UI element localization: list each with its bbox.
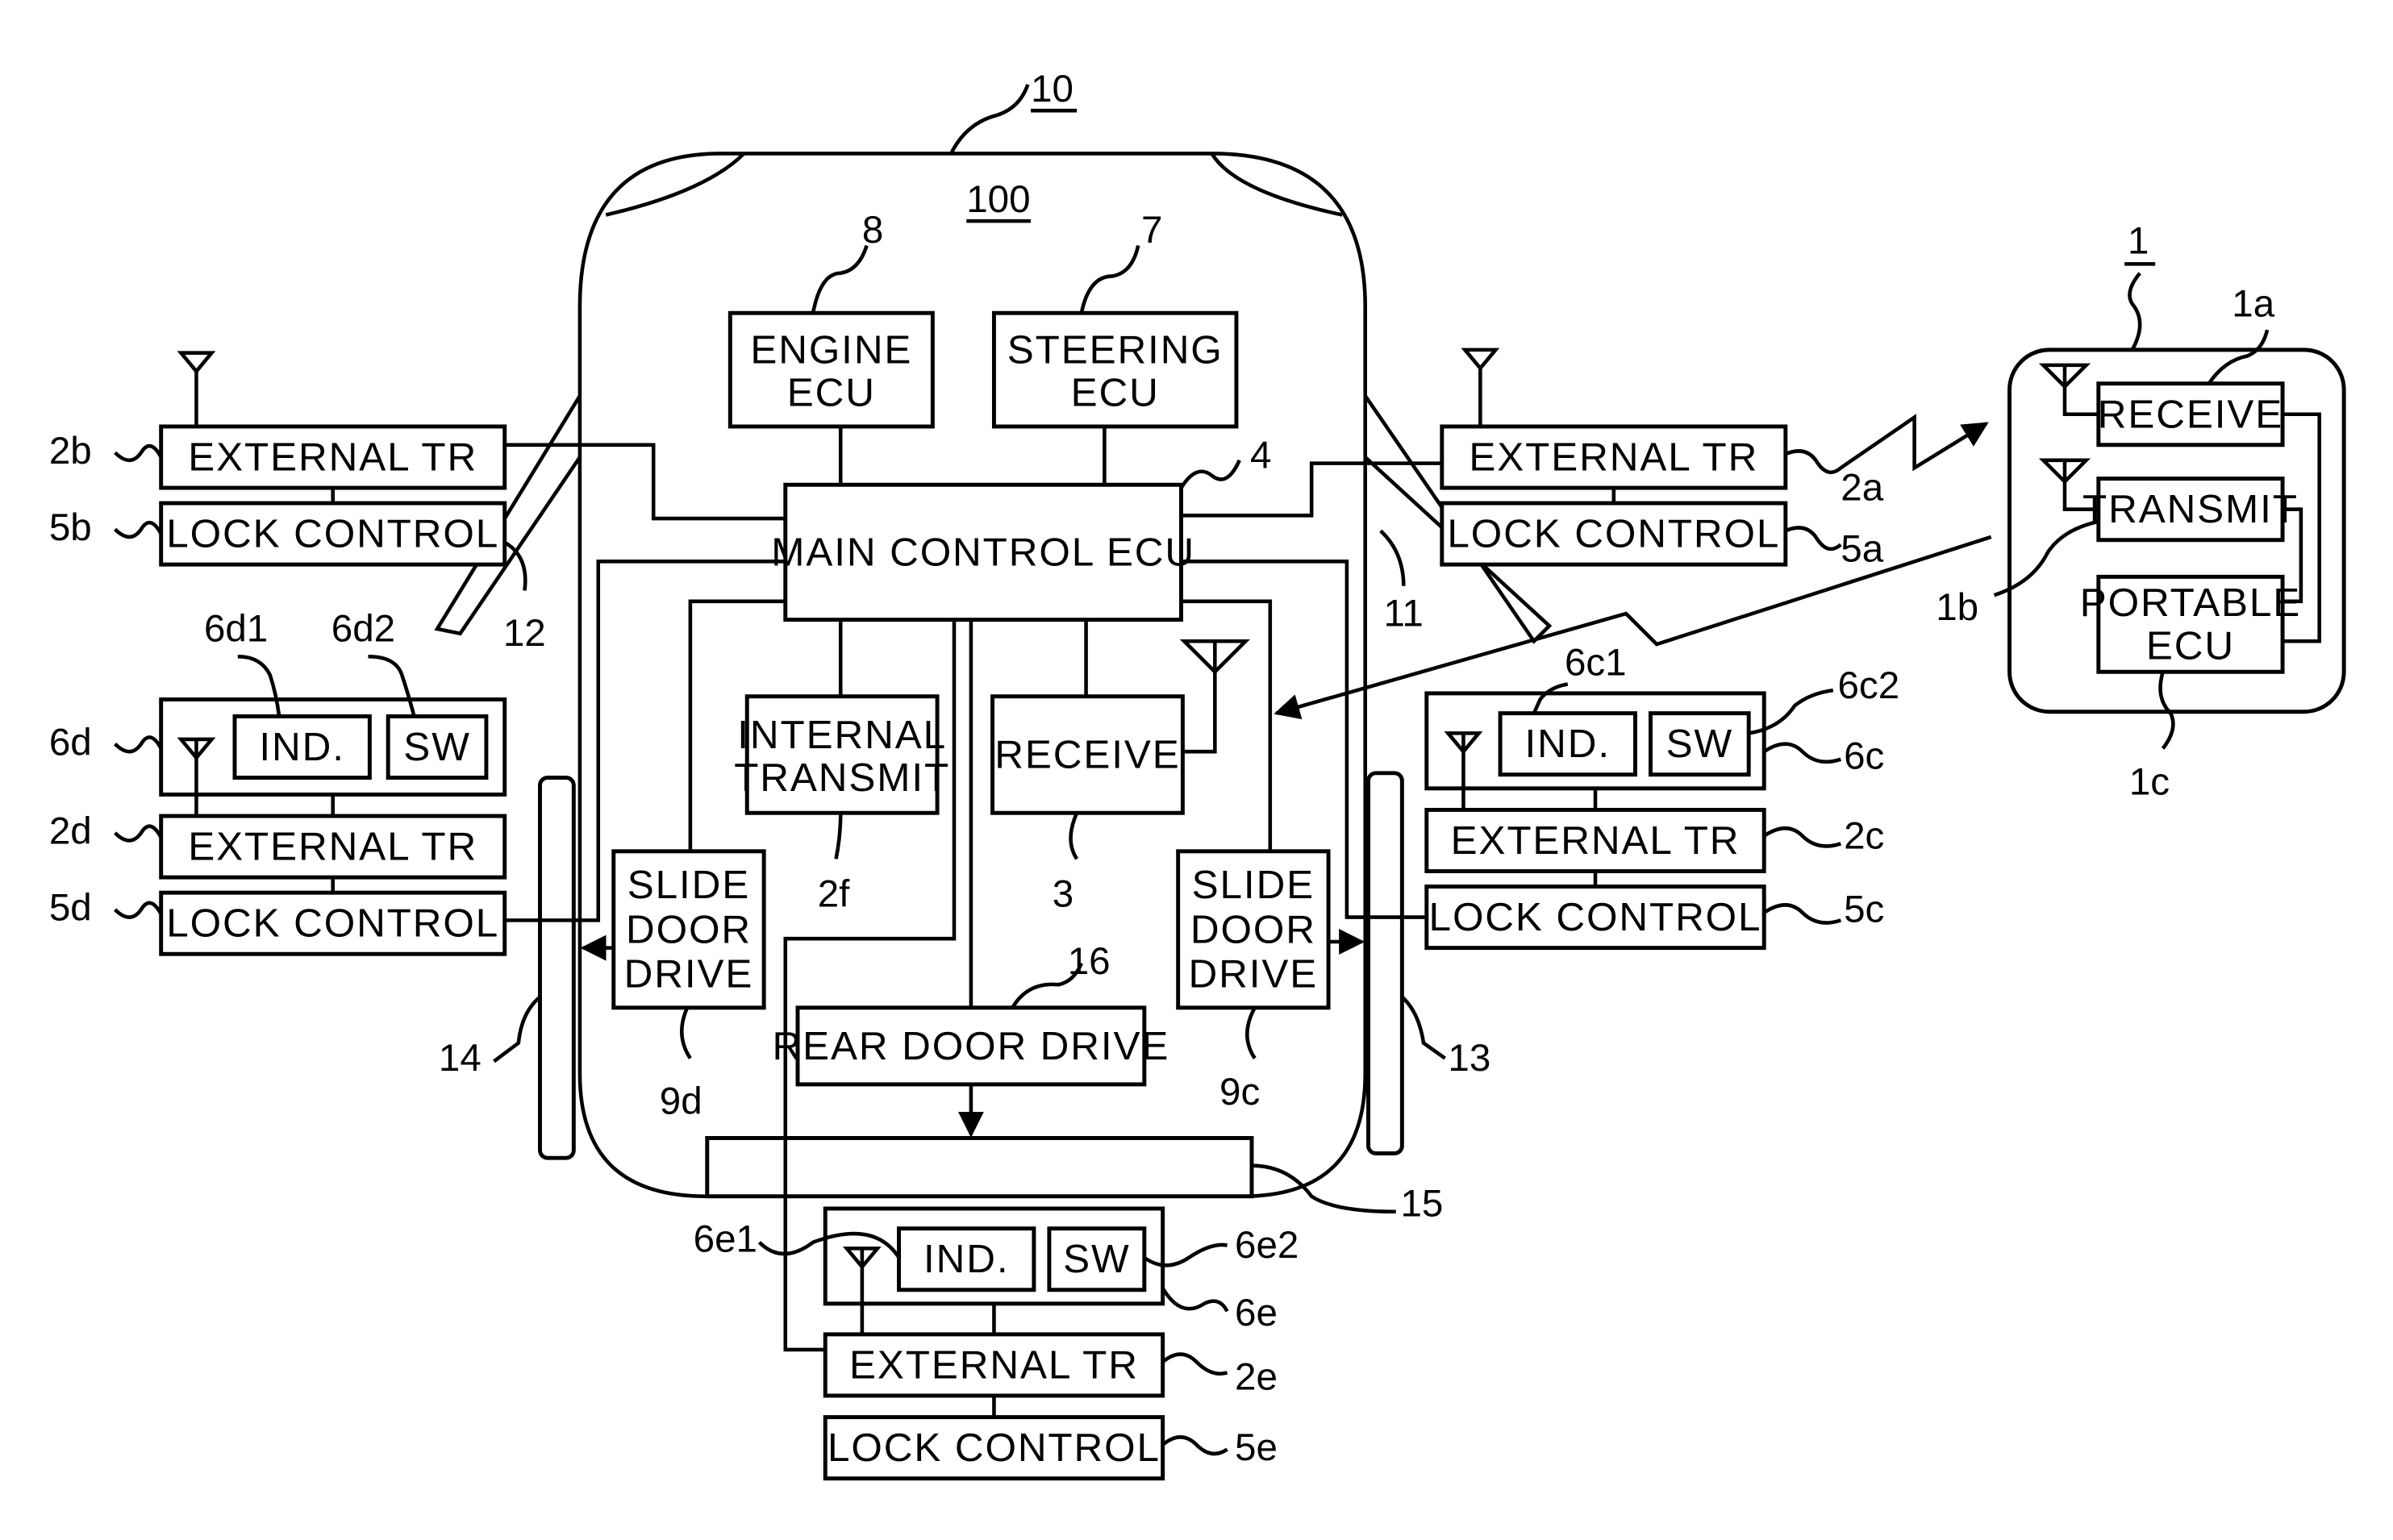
main-control-ecu-block: MAIN CONTROL ECU — [771, 482, 1195, 622]
slide-door-right — [1366, 771, 1404, 1155]
unit-b: EXTERNAL TR LOCK CONTROL 2b 5b — [49, 351, 507, 567]
svg-text:5d: 5d — [49, 887, 92, 930]
svg-text:3: 3 — [1053, 873, 1074, 916]
svg-text:13: 13 — [1448, 1037, 1490, 1080]
svg-text:LOCK CONTROL: LOCK CONTROL — [1447, 512, 1780, 556]
svg-text:EXTERNAL TR: EXTERNAL TR — [188, 435, 477, 480]
svg-text:6d1: 6d1 — [204, 608, 268, 651]
engine-ecu-block: ENGINE ECU — [727, 310, 935, 429]
receive-block: RECEIVE — [990, 694, 1185, 815]
svg-text:DOOR: DOOR — [1190, 907, 1316, 951]
svg-text:SLIDE: SLIDE — [1192, 863, 1315, 907]
svg-text:EXTERNAL TR: EXTERNAL TR — [1469, 435, 1758, 480]
rear-door-drive-block: REAR DOOR DRIVE — [773, 1005, 1170, 1087]
svg-text:12: 12 — [503, 612, 546, 655]
svg-text:REAR DOOR DRIVE: REAR DOOR DRIVE — [773, 1024, 1170, 1068]
svg-text:DRIVE: DRIVE — [624, 951, 754, 996]
svg-text:16: 16 — [1068, 940, 1111, 983]
svg-text:TRANSMIT: TRANSMIT — [734, 755, 950, 800]
svg-text:RECEIVE: RECEIVE — [994, 732, 1180, 776]
slide-door-drive-left: SLIDE DOOR DRIVE — [611, 849, 766, 1010]
unit-c: IND. SW EXTERNAL TR LOCK CONTROL 6c1 6c2… — [1424, 641, 1900, 951]
rear-door — [705, 1135, 1254, 1199]
svg-text:2b: 2b — [49, 430, 92, 472]
svg-text:MAIN CONTROL ECU: MAIN CONTROL ECU — [771, 530, 1195, 574]
svg-text:5c: 5c — [1844, 889, 1884, 931]
svg-text:ENGINE: ENGINE — [750, 327, 912, 372]
slide-door-drive-right: SLIDE DOOR DRIVE — [1176, 849, 1331, 1010]
svg-text:TRANSMIT: TRANSMIT — [2082, 487, 2299, 531]
svg-text:IND.: IND. — [259, 725, 344, 769]
svg-text:6d2: 6d2 — [331, 608, 395, 651]
svg-text:SW: SW — [1063, 1237, 1130, 1281]
svg-text:RECEIVE: RECEIVE — [2098, 392, 2283, 436]
ref-100: 100 — [966, 178, 1030, 221]
svg-text:6c1: 6c1 — [1565, 641, 1627, 684]
svg-text:6d: 6d — [49, 721, 92, 764]
svg-text:DOOR: DOOR — [626, 907, 752, 951]
svg-text:ECU: ECU — [2146, 623, 2235, 668]
svg-text:IND.: IND. — [1525, 722, 1611, 766]
svg-text:8: 8 — [862, 209, 883, 252]
svg-text:11: 11 — [1384, 593, 1424, 635]
svg-text:EXTERNAL TR: EXTERNAL TR — [188, 825, 477, 869]
svg-text:5a: 5a — [1841, 528, 1883, 571]
svg-text:DRIVE: DRIVE — [1189, 951, 1319, 996]
svg-text:6e: 6e — [1235, 1292, 1278, 1334]
svg-text:EXTERNAL TR: EXTERNAL TR — [1451, 818, 1741, 863]
svg-text:4: 4 — [1250, 435, 1271, 477]
svg-text:9c: 9c — [1219, 1071, 1260, 1113]
svg-text:SW: SW — [1666, 722, 1733, 766]
svg-text:ECU: ECU — [1071, 371, 1160, 415]
svg-text:INTERNAL: INTERNAL — [737, 713, 947, 757]
svg-text:LOCK CONTROL: LOCK CONTROL — [1429, 895, 1762, 939]
signal-to-portable — [1840, 414, 1989, 472]
svg-text:1b: 1b — [1936, 586, 1978, 629]
svg-text:LOCK CONTROL: LOCK CONTROL — [166, 901, 499, 946]
svg-text:IND.: IND. — [923, 1237, 1009, 1281]
svg-text:EXTERNAL TR: EXTERNAL TR — [849, 1342, 1139, 1387]
svg-text:14: 14 — [439, 1037, 482, 1080]
svg-text:1a: 1a — [2232, 282, 2274, 325]
slide-door-left — [538, 776, 576, 1160]
ref-10: 10 — [1031, 68, 1074, 110]
svg-text:2a: 2a — [1841, 467, 1883, 510]
internal-transmit-block: INTERNAL TRANSMIT — [734, 694, 950, 815]
svg-text:2c: 2c — [1844, 814, 1884, 857]
svg-text:6c: 6c — [1844, 735, 1884, 777]
svg-text:5b: 5b — [49, 506, 92, 549]
antenna-icon — [1179, 639, 1250, 675]
svg-text:STEERING: STEERING — [1007, 327, 1224, 372]
svg-text:1c: 1c — [2129, 761, 2170, 804]
svg-text:15: 15 — [1400, 1183, 1443, 1226]
svg-text:9d: 9d — [660, 1080, 702, 1122]
svg-text:6e1: 6e1 — [694, 1217, 757, 1260]
svg-text:LOCK CONTROL: LOCK CONTROL — [828, 1426, 1161, 1470]
steering-ecu-block: STEERING ECU — [991, 310, 1239, 429]
keyless-entry-diagram: 10 100 ENGINE ECU 8 STEERING ECU 7 MAIN … — [49, 68, 2346, 1481]
unit-d: IND. SW EXTERNAL TR LOCK CONTROL 6d 2d 5… — [49, 608, 507, 956]
portable-device: 1 RECEIVE 1a TRANSMIT 1b PORTABLE ECU 1c — [1936, 219, 2346, 804]
svg-text:6c2: 6c2 — [1838, 664, 1900, 707]
svg-text:2f: 2f — [818, 873, 850, 916]
svg-text:2d: 2d — [49, 810, 92, 853]
svg-text:SW: SW — [403, 725, 470, 769]
svg-text:6e2: 6e2 — [1235, 1224, 1299, 1267]
svg-text:7: 7 — [1141, 209, 1162, 252]
unit-a: EXTERNAL TR LOCK CONTROL 2a 5a — [1440, 348, 1884, 571]
svg-text:SLIDE: SLIDE — [627, 863, 750, 907]
svg-text:PORTABLE: PORTABLE — [2080, 581, 2301, 625]
svg-text:1: 1 — [2128, 219, 2149, 262]
svg-text:5e: 5e — [1235, 1426, 1278, 1469]
svg-text:LOCK CONTROL: LOCK CONTROL — [166, 512, 499, 556]
svg-text:2e: 2e — [1235, 1356, 1278, 1399]
svg-text:ECU: ECU — [787, 371, 876, 415]
